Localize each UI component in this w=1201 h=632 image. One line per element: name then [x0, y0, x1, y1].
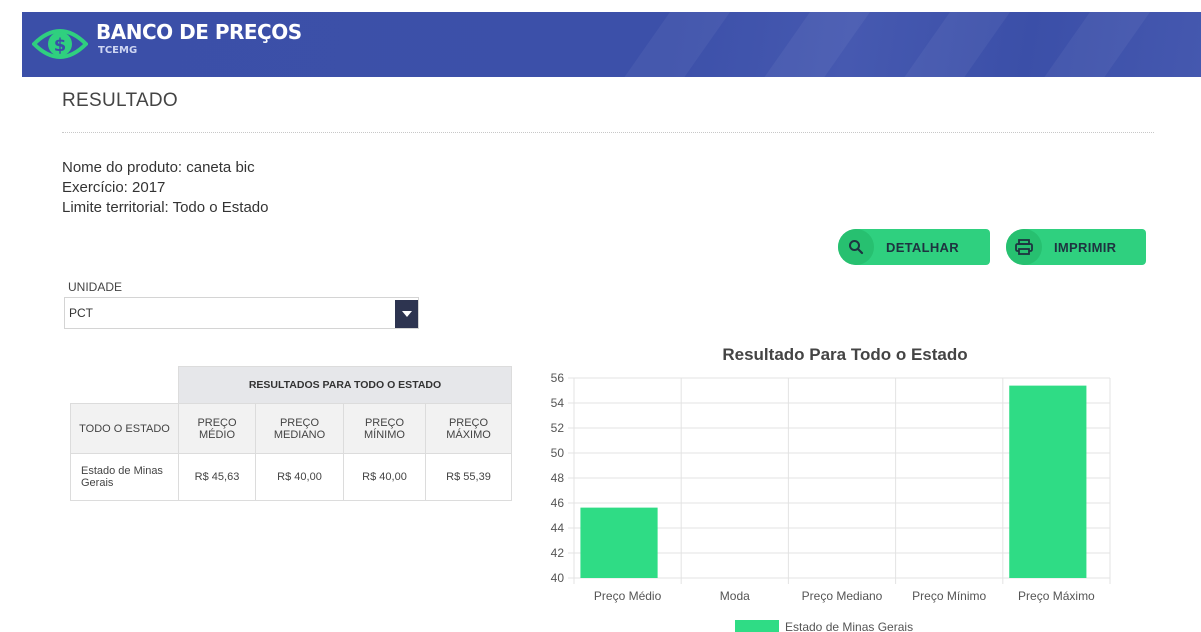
app-header: $ BANCO DE PREÇOS TCEMG [22, 12, 1201, 77]
legend-label: Estado de Minas Gerais [785, 620, 913, 632]
imprimir-button[interactable]: IMPRIMIR [1006, 229, 1146, 265]
y-tick-label: 46 [551, 496, 565, 510]
results-table: RESULTADOS PARA TODO O ESTADO TODO O EST… [70, 366, 512, 501]
bar-chart: 40 42 44 46 48 50 52 54 56 Preço Médio Moda Preço M… [551, 371, 1111, 632]
x-tick-label: Preço Máximo [1018, 589, 1095, 603]
table-cell: R$ 45,63 [178, 453, 256, 501]
dollar-eye-icon: $ [32, 29, 88, 59]
x-tick-label: Moda [720, 589, 750, 603]
x-tick-label: Preço Mediano [802, 589, 883, 603]
brand-title: BANCO DE PREÇOS [96, 20, 302, 44]
divider [62, 132, 1154, 133]
column-header: PREÇO MEDIANO [255, 403, 344, 454]
table-cell: R$ 40,00 [343, 453, 426, 501]
brand-subtitle: TCEMG [98, 45, 138, 56]
column-header: PREÇO MÁXIMO [425, 403, 512, 454]
table-cell: R$ 55,39 [425, 453, 512, 501]
x-tick-label: Preço Médio [594, 589, 662, 603]
territorial-limit: Limite territorial: Todo o Estado [62, 199, 269, 216]
unidade-selected-value: PCT [69, 306, 93, 320]
bar [1009, 385, 1087, 578]
printer-icon [1006, 229, 1042, 265]
y-tick-label: 56 [551, 371, 565, 385]
y-tick-label: 48 [551, 471, 565, 485]
column-header: TODO O ESTADO [70, 403, 179, 454]
table-row: Estado de Minas Gerais R$ 45,63 R$ 40,00… [70, 453, 512, 501]
x-tick-label: Preço Mínimo [912, 589, 986, 603]
chart-title: Resultado Para Todo o Estado [722, 345, 968, 364]
page-title: RESULTADO [62, 90, 179, 111]
table-cell: R$ 40,00 [255, 453, 344, 501]
product-name: Nome do produto: caneta bic [62, 159, 255, 176]
chevron-down-icon[interactable] [395, 300, 418, 328]
column-header: PREÇO MÉDIO [178, 403, 256, 454]
y-tick-label: 42 [551, 546, 565, 560]
table-cell: Estado de Minas Gerais [70, 453, 179, 501]
table-group-header: RESULTADOS PARA TODO O ESTADO [178, 366, 512, 404]
imprimir-label: IMPRIMIR [1054, 239, 1117, 255]
legend-swatch [735, 620, 779, 632]
detalhar-button[interactable]: DETALHAR [838, 229, 990, 265]
detalhar-label: DETALHAR [886, 239, 959, 255]
svg-text:$: $ [54, 35, 67, 56]
y-tick-label: 40 [551, 571, 565, 585]
exercise-year: Exercício: 2017 [62, 179, 166, 196]
y-tick-label: 54 [551, 396, 565, 410]
unidade-select[interactable]: PCT [64, 297, 419, 329]
column-header: PREÇO MÍNIMO [343, 403, 426, 454]
search-icon [838, 229, 874, 265]
product-info: Nome do produto: caneta bic Exercício: 2… [62, 158, 269, 218]
unidade-label: UNIDADE [68, 280, 123, 294]
y-tick-label: 44 [551, 521, 565, 535]
y-tick-label: 50 [551, 446, 565, 460]
bar [580, 507, 658, 578]
y-tick-label: 52 [551, 421, 565, 435]
